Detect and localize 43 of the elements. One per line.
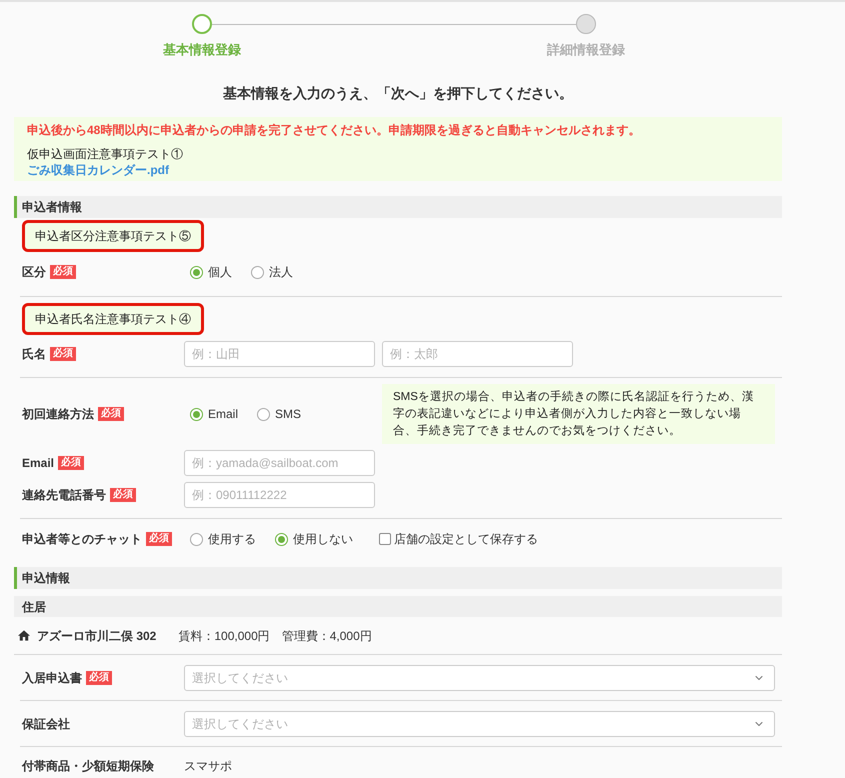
warning-text: 申込後から48時間以内に申込者からの申請を完了させてください。申請期限を過ぎると自動キャンセルされます。 bbox=[27, 122, 640, 139]
radio-option[interactable]: 法人 bbox=[251, 264, 293, 280]
required-badge: 必須 bbox=[50, 265, 76, 279]
note-box: 申込者区分注意事項テスト⑤ bbox=[22, 220, 204, 252]
subsection-header: 住居 bbox=[14, 596, 782, 617]
field-label: 連絡先電話番号 bbox=[22, 487, 106, 503]
property-name: アズーロ市川二俣 302 bbox=[37, 628, 156, 644]
text-input[interactable]: 例：山田 bbox=[184, 341, 375, 367]
fee-text: 管理費：4,000円 bbox=[282, 628, 372, 644]
note-text: 仮申込画面注意事項テスト① bbox=[27, 146, 183, 162]
instruction-text: 基本情報を入力のうえ、「次へ」を押下してください。 bbox=[223, 84, 573, 102]
field-label: Email bbox=[22, 455, 54, 471]
note-box: 申込者氏名注意事項テスト④ bbox=[22, 303, 204, 335]
field-label: 保証会社 bbox=[22, 716, 70, 732]
text-input[interactable]: 例：yamada@sailboat.com bbox=[184, 450, 375, 476]
step-label: 詳細情報登録 bbox=[546, 42, 626, 58]
text-input[interactable]: 例：太郎 bbox=[382, 341, 573, 367]
radio-option[interactable]: 使用する bbox=[190, 531, 256, 547]
home-icon bbox=[18, 630, 30, 641]
radio-option[interactable]: 個人 bbox=[190, 264, 232, 280]
field-label: 申込者等とのチャット bbox=[22, 531, 142, 547]
required-badge: 必須 bbox=[86, 671, 112, 685]
field-label: 区分 bbox=[22, 264, 46, 280]
required-badge: 必須 bbox=[58, 456, 84, 470]
radio-option[interactable]: 使用しない bbox=[275, 531, 353, 547]
field-label: 氏名 bbox=[22, 346, 46, 362]
field-label: 付帯商品・少額短期保険 bbox=[22, 758, 154, 774]
field-label: 初回連絡方法 bbox=[22, 406, 94, 422]
required-badge: 必須 bbox=[98, 407, 124, 421]
section-header: 申込情報 bbox=[14, 567, 782, 589]
field-value: スマサポ bbox=[184, 758, 232, 774]
radio-option[interactable]: Email bbox=[190, 406, 238, 422]
checkbox-option[interactable]: 店舗の設定として保存する bbox=[379, 531, 538, 547]
required-badge: 必須 bbox=[110, 488, 136, 502]
section-header: 申込者情報 bbox=[14, 196, 782, 218]
step-label: 基本情報登録 bbox=[162, 42, 242, 58]
required-badge: 必須 bbox=[146, 532, 172, 546]
text-input[interactable]: 例：09011112222 bbox=[184, 482, 375, 508]
field-label: 入居申込書 bbox=[22, 670, 82, 686]
rent-text: 賃料：100,000円 bbox=[178, 628, 270, 644]
required-badge: 必須 bbox=[50, 347, 76, 361]
radio-option[interactable]: SMS bbox=[257, 406, 302, 422]
info-note: SMSを選択の場合、申込者の手続きの際に氏名認証を行うため、漢字の表記違いなどにより申込者側が入力した内容と一致しない場合、手続き完了できませんのでお気をつけください。 bbox=[382, 384, 775, 444]
